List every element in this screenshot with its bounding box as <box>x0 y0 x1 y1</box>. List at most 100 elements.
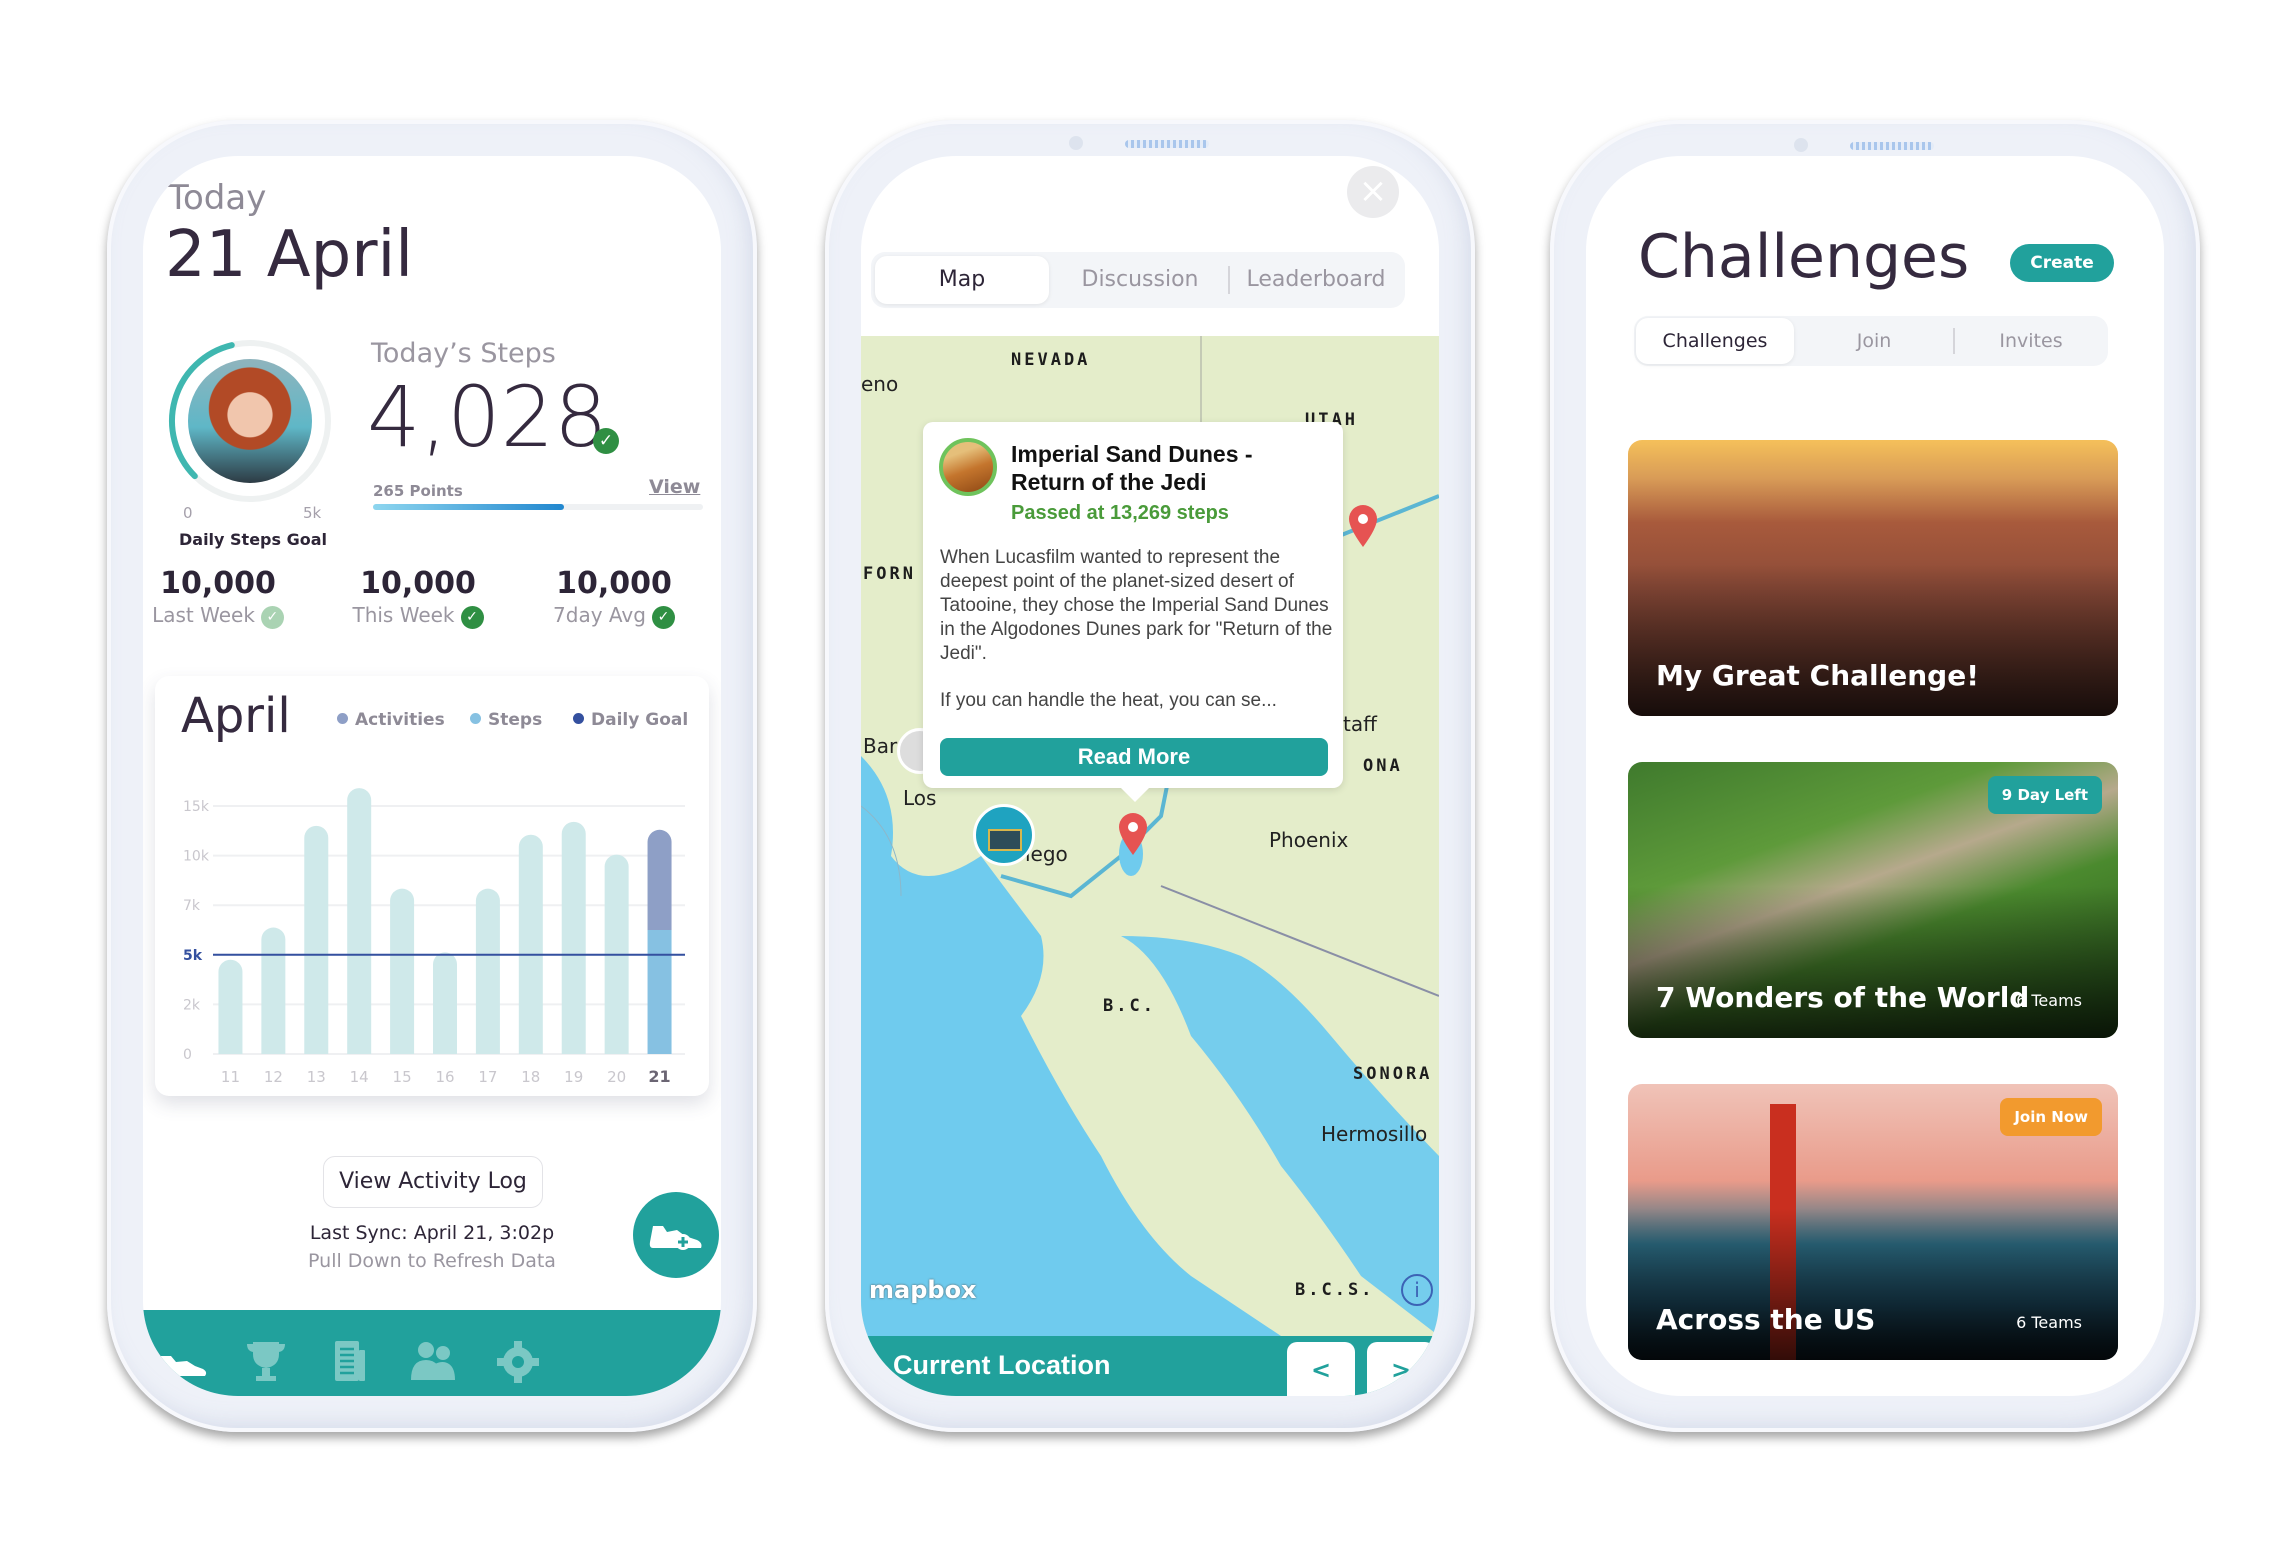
check-icon: ✓ <box>460 606 484 629</box>
city-santa-barbara: Bar <box>863 734 898 758</box>
create-challenge-button[interactable]: Create <box>2010 244 2114 282</box>
card-title: My Great Challenge! <box>1656 659 1979 692</box>
steps-bar <box>304 825 329 1054</box>
tab-join[interactable]: Join <box>1796 318 1952 364</box>
legend-activities: Activities <box>337 710 445 730</box>
y-tick-label: 2k <box>183 997 201 1013</box>
points-progress-fill <box>373 504 565 510</box>
camera-dot <box>1069 136 1083 150</box>
legend-dot <box>573 713 584 724</box>
check-icon: ✓ <box>260 606 284 629</box>
clapperboard-marker-icon[interactable] <box>973 804 1035 866</box>
challenge-card[interactable]: My Great Challenge! <box>1628 440 2118 716</box>
card-title: 7 Wonders of the World <box>1656 981 2030 1014</box>
y-tick-label: 0 <box>183 1047 192 1063</box>
map-label-bcs: B.C.S. <box>1295 1280 1375 1300</box>
stat-label: 7day Avg <box>553 603 646 627</box>
map-label-nevada: NEVADA <box>1011 350 1091 370</box>
legend-dot <box>337 713 348 724</box>
view-activity-log-button[interactable]: View Activity Log <box>323 1156 543 1208</box>
steps-bar <box>433 952 457 1054</box>
current-location-bar: Current Location < > <box>861 1336 1439 1396</box>
y-tick-label: 5k <box>183 948 203 964</box>
days-left-badge: 9 Day Left <box>1987 776 2102 814</box>
map-pin-icon[interactable] <box>1347 504 1379 548</box>
steps-label: Today’s Steps <box>371 338 556 369</box>
map-screen: × Map Discussion Leaderboard NEVADA UTAH… <box>861 156 1439 1396</box>
phone-home: Today 21 April 0 5k Daily Steps Goal Tod… <box>107 120 757 1432</box>
x-tick-label: 17 <box>478 1068 497 1086</box>
points-progress-bar <box>373 504 703 510</box>
x-tick-label: 15 <box>393 1068 412 1086</box>
steps-bar <box>475 888 500 1054</box>
stat-value: 10,000 <box>160 566 276 601</box>
join-now-badge[interactable]: Join Now <box>2000 1098 2102 1136</box>
map-label-california: FORN <box>863 564 916 584</box>
tab-leaderboard[interactable]: Leaderboard <box>1231 256 1401 304</box>
steps-bar <box>390 888 415 1054</box>
stat-label: Last Week <box>152 603 255 627</box>
home-screen: Today 21 April 0 5k Daily Steps Goal Tod… <box>143 156 721 1396</box>
tab-discussion[interactable]: Discussion <box>1051 256 1229 304</box>
card-title: Across the US <box>1656 1303 1876 1336</box>
gear-icon[interactable] <box>493 1338 543 1384</box>
add-activity-button[interactable] <box>633 1192 719 1278</box>
steps-value: 4,028 <box>367 368 608 466</box>
map-pin-icon[interactable] <box>1117 812 1149 856</box>
challenge-card[interactable]: 9 Day Left 7 Wonders of the World 6 Team… <box>1628 762 2118 1038</box>
info-icon[interactable]: i <box>1401 1274 1433 1306</box>
tab-map[interactable]: Map <box>875 256 1049 304</box>
view-points-link[interactable]: View <box>649 476 700 498</box>
ring-min-label: 0 <box>183 504 193 522</box>
city-hermosillo: Hermosillo <box>1321 1122 1428 1146</box>
legend-steps: Steps <box>470 710 542 730</box>
legend-label: Daily Goal <box>591 710 689 730</box>
mapbox-logo[interactable]: mapbox <box>869 1276 977 1304</box>
challenge-card[interactable]: Join Now Across the US 6 Teams <box>1628 1084 2118 1360</box>
popup-excerpt: If you can handle the heat, you can se..… <box>940 690 1277 711</box>
tab-divider <box>1953 328 1955 354</box>
city-flagstaff: taff <box>1343 712 1377 736</box>
legend-dot <box>470 713 481 724</box>
map-tabs: Map Discussion Leaderboard <box>871 252 1405 308</box>
challenges-screen: Challenges Create Challenges Join Invite… <box>1586 156 2164 1396</box>
ring-caption: Daily Steps Goal <box>178 530 328 549</box>
close-button[interactable]: × <box>1347 166 1399 218</box>
newspaper-icon[interactable] <box>325 1338 375 1384</box>
steps-bar <box>518 834 543 1054</box>
date-title: 21 April <box>165 218 414 292</box>
x-tick-label: 19 <box>564 1068 583 1086</box>
trophy-icon[interactable] <box>241 1338 291 1384</box>
stat-label: This Week <box>352 603 455 627</box>
speaker-grille <box>1850 142 1934 150</box>
city-phoenix: Phoenix <box>1269 828 1349 852</box>
legend-label: Activities <box>355 710 445 730</box>
camera-dot <box>1794 138 1808 152</box>
prev-location-button[interactable]: < <box>1287 1342 1355 1396</box>
map-view[interactable]: NEVADA UTAH FORN ONA B.C. SONORA B.C.S. … <box>861 336 1439 1336</box>
shoe-plus-icon <box>649 1226 702 1250</box>
x-tick-label: 13 <box>307 1068 326 1086</box>
bottom-tab-bar <box>143 1310 721 1396</box>
x-tick-label: 11 <box>221 1068 240 1086</box>
check-icon: ✓ <box>593 428 619 454</box>
check-icon: ✓ <box>651 606 675 629</box>
people-icon[interactable] <box>409 1338 459 1384</box>
x-tick-label: 21 <box>648 1067 670 1086</box>
steps-chart-card: 0 2k 5k 7k 10k 15k 11 12 13 14 15 16 17 18 19 20 21 Apri… <box>155 676 709 1096</box>
x-tick-label: 14 <box>350 1068 369 1086</box>
popup-status: Passed at 13,269 steps <box>1011 502 1229 524</box>
steps-bar <box>347 788 372 1054</box>
avatar[interactable] <box>188 359 312 483</box>
phone-map: × Map Discussion Leaderboard NEVADA UTAH… <box>825 120 1475 1432</box>
shoe-icon[interactable] <box>157 1338 207 1384</box>
steps-bar <box>218 959 243 1054</box>
map-label-sonora: SONORA <box>1353 1064 1433 1084</box>
tab-invites[interactable]: Invites <box>1956 318 2106 364</box>
y-tick-label: 10k <box>183 849 210 865</box>
tab-divider <box>1228 266 1230 294</box>
stat-value: 10,000 <box>360 566 476 601</box>
tab-challenges[interactable]: Challenges <box>1636 318 1794 364</box>
read-more-button[interactable]: Read More <box>940 738 1328 776</box>
next-location-button[interactable]: > <box>1367 1342 1435 1396</box>
